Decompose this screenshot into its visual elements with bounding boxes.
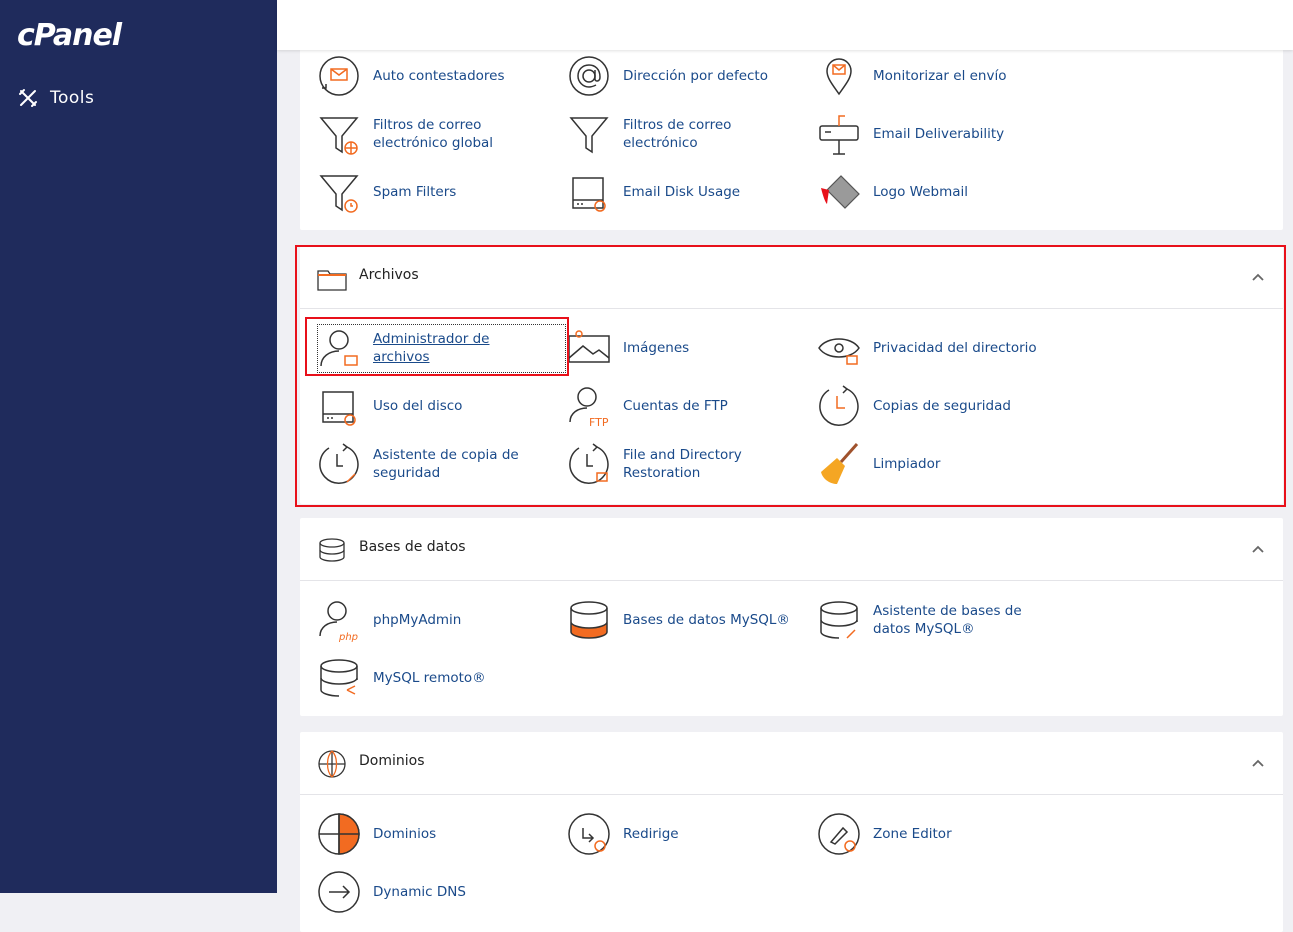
mailbox-icon	[817, 112, 861, 156]
backup-wizard-link[interactable]: Asistente de copia de seguridad	[300, 439, 540, 489]
backup-clock-icon	[817, 384, 861, 428]
section-title: Dominios	[359, 753, 425, 769]
database-wand-icon	[817, 598, 861, 642]
autoresponder-icon	[317, 54, 361, 98]
section-title: Bases de datos	[359, 539, 466, 555]
globe-icon	[317, 812, 361, 856]
folder-icon	[317, 263, 347, 293]
dominios-panel: Dominios Dominios Redirige Zone Editor D…	[300, 732, 1283, 932]
global-email-filters-link[interactable]: Filtros de correo electrónico global	[300, 109, 540, 159]
database-icon	[317, 535, 347, 565]
zone-editor-link[interactable]: Zone Editor	[800, 809, 1040, 859]
paint-bucket-icon	[817, 170, 861, 214]
mysql-databases-link[interactable]: Bases de datos MySQL®	[550, 595, 790, 645]
tools-icon	[18, 88, 38, 108]
sidebar-item-label: Tools	[50, 88, 95, 108]
archivos-header[interactable]: Archivos	[300, 246, 1283, 309]
zone-editor-icon	[817, 812, 861, 856]
disk-usage-link[interactable]: Uso del disco	[300, 381, 540, 431]
mysql-wizard-link[interactable]: Asistente de bases de datos MySQL®	[800, 595, 1040, 645]
chevron-up-icon[interactable]	[1251, 542, 1265, 556]
bases-header[interactable]: Bases de datos	[300, 518, 1283, 581]
remote-mysql-link[interactable]: MySQL remoto®	[300, 653, 540, 703]
archivos-panel: Archivos Administrador de archivos Imáge…	[300, 246, 1283, 504]
cpanel-logo[interactable]: cPanel	[17, 18, 122, 53]
ftp-accounts-link[interactable]: FTP Cuentas de FTP	[550, 381, 790, 431]
broom-icon	[817, 442, 861, 486]
cleaner-link[interactable]: Limpiador	[800, 439, 1040, 489]
disk-icon	[317, 384, 361, 428]
dynamic-dns-icon	[317, 870, 361, 914]
email-deliverability-link[interactable]: Email Deliverability	[800, 109, 1040, 159]
email-panel: Auto contestadores Dirección por defecto…	[300, 40, 1283, 230]
spam-filters-link[interactable]: Spam Filters	[300, 167, 540, 217]
redirects-link[interactable]: Redirige	[550, 809, 790, 859]
sidebar-item-tools[interactable]: Tools	[18, 88, 94, 108]
eye-icon	[817, 326, 861, 370]
dynamic-dns-link[interactable]: Dynamic DNS	[300, 867, 540, 917]
filter-globe-icon	[317, 112, 361, 156]
restore-folder-icon	[567, 442, 611, 486]
track-delivery-link[interactable]: Monitorizar el envío	[800, 51, 1040, 101]
user-ftp-icon: FTP	[567, 384, 611, 428]
chevron-up-icon[interactable]	[1251, 756, 1265, 770]
file-directory-restoration-link[interactable]: File and Directory Restoration	[550, 439, 790, 489]
default-address-link[interactable]: Dirección por defecto	[550, 51, 790, 101]
location-pin-icon	[817, 54, 861, 98]
phpmyadmin-link[interactable]: php phpMyAdmin	[300, 595, 540, 645]
database-icon	[567, 598, 611, 642]
sidebar: cPanel Tools	[0, 0, 277, 893]
svg-text:php: php	[338, 632, 358, 642]
webmail-logo-link[interactable]: Logo Webmail	[800, 167, 1040, 217]
email-disk-usage-link[interactable]: Email Disk Usage	[550, 167, 790, 217]
bases-panel: Bases de datos php phpMyAdmin Bases de d…	[300, 518, 1283, 716]
email-filters-link[interactable]: Filtros de correo electrónico	[550, 109, 790, 159]
redirect-icon	[567, 812, 611, 856]
images-link[interactable]: Imágenes	[550, 323, 790, 373]
directory-privacy-link[interactable]: Privacidad del directorio	[800, 323, 1040, 373]
filter-clock-icon	[317, 170, 361, 214]
image-icon	[567, 326, 611, 370]
top-bar	[277, 0, 1293, 50]
filter-icon	[567, 112, 611, 156]
svg-text:FTP: FTP	[589, 416, 609, 428]
at-sign-icon	[567, 54, 611, 98]
domains-link[interactable]: Dominios	[300, 809, 540, 859]
dominios-header[interactable]: Dominios	[300, 732, 1283, 795]
autoresponders-link[interactable]: Auto contestadores	[300, 51, 540, 101]
user-folder-icon	[317, 326, 361, 370]
backup-wand-icon	[317, 442, 361, 486]
user-php-icon: php	[317, 598, 361, 642]
section-title: Archivos	[359, 267, 419, 283]
disk-icon	[567, 170, 611, 214]
backups-link[interactable]: Copias de seguridad	[800, 381, 1040, 431]
globe-icon	[317, 749, 347, 779]
file-manager-link[interactable]: Administrador de archivos	[300, 323, 540, 373]
chevron-up-icon[interactable]	[1251, 270, 1265, 284]
database-remote-icon	[317, 656, 361, 700]
